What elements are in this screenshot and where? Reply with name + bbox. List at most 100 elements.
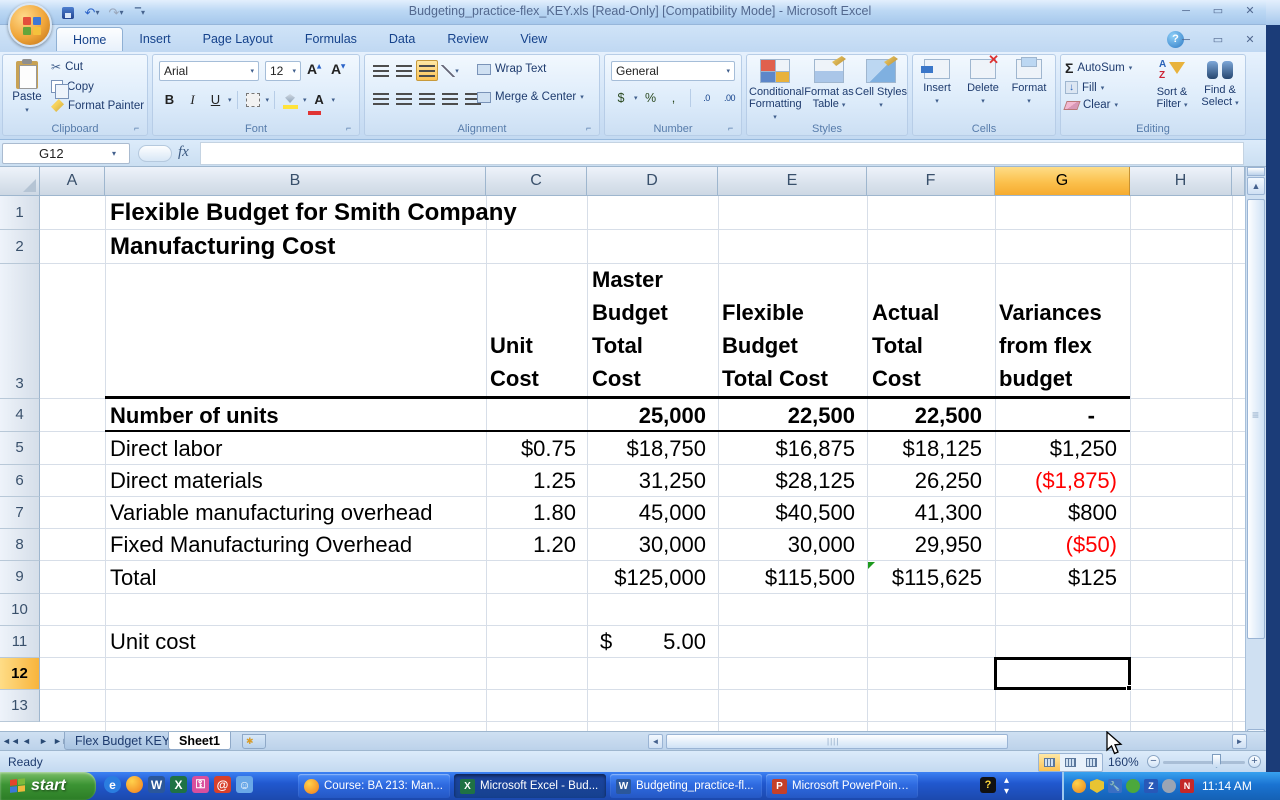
- bold-button[interactable]: B: [159, 89, 180, 110]
- cell-c3[interactable]: Unit Cost: [490, 264, 539, 395]
- cell-f8[interactable]: 29,950: [867, 529, 982, 561]
- find-select-button[interactable]: Find & Select ▾: [1197, 59, 1243, 110]
- column-header-c[interactable]: C: [486, 167, 587, 196]
- cell-b7[interactable]: Variable manufacturing overhead: [110, 497, 432, 529]
- font-dialog-launcher[interactable]: ⌐: [346, 123, 357, 134]
- zoom-level[interactable]: 160%: [1108, 755, 1139, 769]
- row-header-1[interactable]: 1: [0, 196, 40, 230]
- tab-review[interactable]: Review: [431, 27, 504, 51]
- grow-font-button[interactable]: A▴: [307, 61, 321, 77]
- first-sheet-button[interactable]: ◄◄: [2, 734, 17, 749]
- cell-d5[interactable]: $18,750: [587, 432, 706, 465]
- merge-center-button[interactable]: Merge & Center▾: [477, 91, 584, 103]
- column-header-e[interactable]: E: [718, 167, 867, 196]
- cell-b11[interactable]: Unit cost: [110, 626, 196, 658]
- decrease-decimal-button[interactable]: .00: [720, 88, 740, 108]
- shrink-font-button[interactable]: A▾: [331, 61, 345, 77]
- column-header-partial[interactable]: [1232, 167, 1245, 196]
- cell-c6[interactable]: 1.25: [486, 465, 576, 497]
- excel-icon[interactable]: X: [170, 776, 187, 793]
- cell-g4[interactable]: -: [995, 399, 1095, 432]
- fill-button[interactable]: ↓Fill▾: [1065, 81, 1132, 94]
- taskbar-button-excel[interactable]: X Microsoft Excel - Bud...: [454, 774, 606, 798]
- cell-g9[interactable]: $125: [995, 561, 1117, 594]
- orientation-button[interactable]: ▾: [439, 60, 461, 81]
- zoom-out-button[interactable]: −: [1147, 755, 1160, 768]
- cut-button[interactable]: ✂Cut: [51, 60, 144, 74]
- align-right-button[interactable]: [416, 88, 438, 109]
- cell-e3[interactable]: Flexible Budget Total Cost: [722, 264, 828, 395]
- cell-e5[interactable]: $16,875: [718, 432, 855, 465]
- row-header-6[interactable]: 6: [0, 465, 40, 497]
- minimize-button[interactable]: ─: [1174, 4, 1198, 19]
- paste-button[interactable]: Paste▾: [7, 59, 47, 121]
- column-header-a[interactable]: A: [40, 167, 105, 196]
- key-icon[interactable]: ⚿: [192, 776, 209, 793]
- cell-e8[interactable]: 30,000: [718, 529, 855, 561]
- row-header-8[interactable]: 8: [0, 529, 40, 561]
- office-button[interactable]: [8, 3, 52, 47]
- cell-f6[interactable]: 26,250: [867, 465, 982, 497]
- cell-b2[interactable]: Manufacturing Cost: [110, 230, 335, 264]
- column-header-f[interactable]: F: [867, 167, 995, 196]
- row-header-7[interactable]: 7: [0, 497, 40, 529]
- workbook-minimize-button[interactable]: ─: [1174, 33, 1198, 48]
- cell-d7[interactable]: 45,000: [587, 497, 706, 529]
- cell-d8[interactable]: 30,000: [587, 529, 706, 561]
- tray-n-icon[interactable]: N: [1180, 779, 1194, 793]
- cell-e7[interactable]: $40,500: [718, 497, 855, 529]
- cell-f7[interactable]: 41,300: [867, 497, 982, 529]
- help-taskbar-icon[interactable]: ?: [980, 777, 996, 793]
- workbook-restore-button[interactable]: ▭: [1206, 33, 1230, 48]
- close-button[interactable]: ✕: [1238, 4, 1262, 19]
- number-format-combo[interactable]: General▾: [611, 61, 735, 81]
- insert-worksheet-tab[interactable]: [242, 734, 266, 749]
- fill-color-button[interactable]: [280, 89, 301, 110]
- vertical-scrollbar[interactable]: ▲ ▼: [1245, 167, 1266, 750]
- page-layout-view-button[interactable]: [1060, 754, 1081, 771]
- cell-d4[interactable]: 25,000: [587, 399, 706, 432]
- sheet-tab-sheet1[interactable]: Sheet1: [168, 732, 231, 750]
- tab-home[interactable]: Home: [56, 27, 123, 51]
- cell-b5[interactable]: Direct labor: [110, 432, 222, 465]
- format-painter-button[interactable]: Format Painter: [51, 99, 144, 112]
- horizontal-scrollbar[interactable]: ◄ ►: [648, 733, 1248, 750]
- cell-styles-button[interactable]: Cell Styles ▾: [855, 59, 907, 112]
- copy-button[interactable]: Copy: [51, 80, 144, 93]
- clipboard-dialog-launcher[interactable]: ⌐: [134, 123, 145, 134]
- tray-z-icon[interactable]: Z: [1144, 779, 1158, 793]
- format-as-table-button[interactable]: Format as Table ▾: [803, 59, 855, 112]
- italic-button[interactable]: I: [182, 89, 203, 110]
- font-size-combo[interactable]: 12▾: [265, 61, 301, 81]
- select-all-corner[interactable]: [0, 167, 40, 196]
- tab-view[interactable]: View: [504, 27, 563, 51]
- vertical-scrollbar-thumb[interactable]: [1247, 199, 1265, 639]
- percent-format-button[interactable]: %: [641, 88, 661, 108]
- cell-b8[interactable]: Fixed Manufacturing Overhead: [110, 529, 412, 561]
- row-header-13[interactable]: 13: [0, 690, 40, 722]
- autosum-button[interactable]: ΣAutoSum▾: [1065, 60, 1132, 76]
- borders-button[interactable]: [243, 89, 264, 110]
- row-header-9[interactable]: 9: [0, 561, 40, 594]
- page-break-view-button[interactable]: [1081, 754, 1102, 771]
- alignment-dialog-launcher[interactable]: ⌐: [586, 123, 597, 134]
- scroll-left-arrow[interactable]: ◄: [648, 734, 663, 749]
- font-name-combo[interactable]: Arial▾: [159, 61, 259, 81]
- zoom-in-button[interactable]: +: [1248, 755, 1261, 768]
- insert-cells-button[interactable]: Insert▾: [915, 59, 959, 108]
- next-sheet-button[interactable]: ►: [36, 734, 51, 749]
- tray-agent-icon[interactable]: [1072, 779, 1086, 793]
- cell-c7[interactable]: 1.80: [486, 497, 576, 529]
- cell-c8[interactable]: 1.20: [486, 529, 576, 561]
- row-header-2[interactable]: 2: [0, 230, 40, 264]
- increase-decimal-button[interactable]: .0: [697, 88, 717, 108]
- scroll-right-arrow[interactable]: ►: [1232, 734, 1247, 749]
- row-header-11[interactable]: 11: [0, 626, 40, 658]
- messenger-icon[interactable]: ☺: [236, 776, 253, 793]
- taskbar-button-firefox[interactable]: Course: BA 213: Man...: [298, 774, 450, 798]
- align-bottom-button[interactable]: [416, 60, 438, 81]
- zoom-slider-thumb[interactable]: [1212, 754, 1221, 768]
- zoom-slider-track[interactable]: [1163, 761, 1245, 764]
- align-middle-button[interactable]: [393, 60, 415, 81]
- align-top-button[interactable]: [370, 60, 392, 81]
